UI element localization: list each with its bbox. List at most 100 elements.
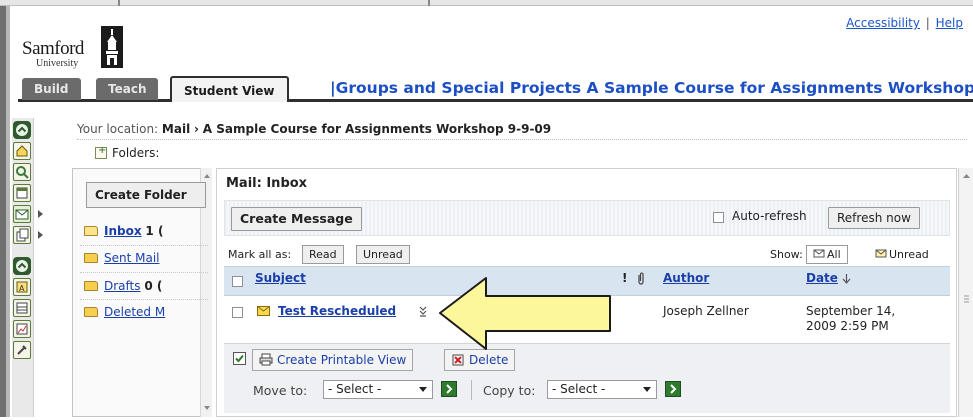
show-label: Show: (770, 248, 803, 261)
top-links: Accessibility | Help (846, 16, 963, 30)
folders-toggle[interactable]: Folders: (95, 145, 159, 160)
folder-divider (80, 245, 208, 246)
logo-name: Samford (22, 38, 84, 59)
folder-item-drafts[interactable]: Drafts 0 ( (80, 275, 208, 297)
window-frame-left-inner (6, 0, 10, 417)
tools-icon[interactable] (13, 341, 31, 359)
divider (77, 139, 967, 140)
message-menu-icon[interactable] (418, 304, 428, 318)
copy-go-button[interactable] (665, 381, 681, 397)
folder-link-drafts[interactable]: Drafts (104, 279, 141, 293)
collapse-icon[interactable] (13, 121, 31, 139)
refresh-now-button[interactable]: Refresh now (828, 207, 920, 229)
message-subject-link[interactable]: Test Rescheduled (278, 304, 396, 318)
column-date[interactable]: Date (806, 271, 838, 285)
course-title: |Groups and Special Projects A Sample Co… (330, 79, 973, 97)
delete-button[interactable]: Delete (444, 349, 516, 371)
checked-items-icon (233, 352, 246, 365)
calendar-icon[interactable] (13, 184, 31, 202)
show-unread-button[interactable]: Unread (868, 245, 936, 264)
tab-student-view[interactable]: Student View (170, 76, 289, 102)
copy-to-value: - Select - (552, 382, 606, 396)
sort-down-icon[interactable] (842, 273, 851, 284)
action-divider (471, 380, 472, 400)
folder-item-sent-mail[interactable]: Sent Mail (80, 247, 208, 269)
folder-count: 1 ( (145, 224, 164, 238)
delete-icon (452, 354, 464, 366)
logo-subtitle: University (36, 58, 79, 69)
message-date-line2: 2009 2:59 PM (806, 319, 889, 333)
folder-count: 0 ( (144, 279, 163, 293)
link-separator: | (921, 16, 934, 30)
breadcrumb-separator: › (194, 122, 199, 136)
go-arrow-icon (670, 384, 677, 394)
message-author: Joseph Zellner (663, 304, 749, 318)
bell-tower-icon (101, 26, 123, 68)
home-icon[interactable] (13, 142, 31, 160)
help-link[interactable]: Help (936, 16, 963, 30)
create-printable-view-label: Create Printable View (277, 353, 407, 367)
unread-envelope-icon (875, 249, 887, 258)
chevron-down-icon (643, 387, 651, 392)
move-to-select[interactable]: - Select - (323, 380, 433, 399)
pages-icon[interactable] (13, 226, 31, 244)
mark-unread-button[interactable]: Unread (356, 245, 410, 264)
move-to-label: Move to: (253, 383, 308, 398)
tab-teach[interactable]: Teach (96, 78, 159, 100)
attachment-icon[interactable] (636, 272, 646, 285)
location-prefix: Your location: (77, 122, 159, 136)
frame-divider (428, 0, 430, 6)
printer-icon (259, 353, 273, 366)
pointer-arrow-annotation (439, 277, 611, 350)
folder-link-sent-mail[interactable]: Sent Mail (104, 251, 160, 265)
mail-panel-scrollbar[interactable] (958, 168, 973, 417)
folder-item-inbox[interactable]: Inbox 1 ( (80, 220, 208, 242)
mark-all-as-label: Mark all as: (228, 248, 292, 261)
expand-folders-icon[interactable] (95, 145, 107, 159)
folder-icon (84, 253, 98, 263)
mail-title: Mail: Inbox (226, 176, 308, 191)
tab-build[interactable]: Build (22, 78, 81, 100)
samford-logo[interactable]: Samford University (22, 14, 142, 70)
breadcrumb-mail[interactable]: Mail (162, 122, 190, 136)
select-all-checkbox[interactable] (232, 276, 243, 287)
gradebook-icon[interactable] (13, 299, 31, 317)
message-checkbox[interactable] (232, 307, 243, 318)
unread-envelope-icon (257, 306, 270, 316)
search-tool-icon[interactable] (13, 163, 31, 181)
folder-divider (80, 272, 208, 273)
auto-refresh-checkbox[interactable] (713, 212, 724, 223)
move-go-button[interactable] (441, 381, 457, 397)
collapse-icon[interactable] (13, 257, 31, 275)
expand-arrow-icon[interactable] (38, 231, 43, 239)
chevron-down-icon (419, 387, 427, 392)
move-to-value: - Select - (328, 382, 382, 396)
show-all-button[interactable]: All (806, 245, 848, 264)
envelopes-icon (813, 249, 825, 258)
folder-link-inbox[interactable]: Inbox (104, 224, 142, 238)
column-author[interactable]: Author (663, 271, 709, 285)
tracking-icon[interactable] (13, 320, 31, 338)
delete-label: Delete (469, 353, 509, 367)
copy-to-select[interactable]: - Select - (547, 380, 657, 399)
auto-refresh-label: Auto-refresh (732, 209, 807, 223)
window-frame-top (0, 0, 973, 6)
assignments-icon[interactable]: A (13, 278, 31, 296)
accessibility-link[interactable]: Accessibility (846, 16, 920, 30)
expand-arrow-icon[interactable] (38, 210, 43, 218)
folder-link-deleted[interactable]: Deleted M (104, 305, 165, 319)
mark-read-button[interactable]: Read (302, 245, 344, 264)
breadcrumb: Your location: Mail › A Sample Course fo… (77, 122, 551, 136)
go-arrow-icon (446, 384, 453, 394)
copy-to-label: Copy to: (483, 383, 536, 398)
column-subject[interactable]: Subject (255, 271, 306, 285)
create-folder-button[interactable]: Create Folder (86, 182, 206, 208)
open-folder-icon (84, 226, 98, 236)
column-priority[interactable]: ! (622, 271, 627, 285)
message-date-line1: September 14, (806, 304, 896, 318)
create-message-button[interactable]: Create Message (231, 207, 362, 231)
create-printable-view-button[interactable]: Create Printable View (252, 349, 414, 371)
frame-divider (118, 0, 120, 6)
mail-tool-icon[interactable] (13, 205, 31, 223)
folder-item-deleted[interactable]: Deleted M (80, 301, 208, 323)
